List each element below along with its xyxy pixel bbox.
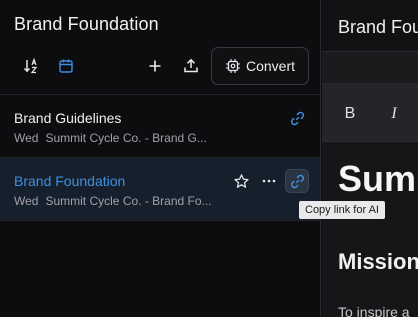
list-item[interactable]: Brand Foundation Wed Summit Cycle Co. - B… bbox=[0, 158, 320, 220]
italic-button[interactable]: I bbox=[383, 103, 405, 125]
link-icon bbox=[290, 174, 304, 188]
document-title: Brand Guidelines bbox=[14, 110, 122, 126]
copy-link-button[interactable] bbox=[285, 169, 309, 193]
convert-button[interactable]: Convert bbox=[211, 47, 309, 85]
document-heading[interactable]: Sumr bbox=[338, 158, 418, 200]
document-paragraph[interactable]: To inspire a bbox=[338, 304, 410, 317]
document-list-panel: Brand Foundation Convert Brand Guideline… bbox=[0, 0, 321, 317]
document-day: Wed bbox=[14, 131, 39, 145]
document-source: Summit Cycle Co. - Brand G... bbox=[45, 131, 207, 145]
panel-title: Brand Foundation bbox=[14, 14, 159, 34]
copy-link-button[interactable] bbox=[285, 106, 309, 130]
star-icon bbox=[233, 173, 249, 188]
editor-title: Brand Fou bbox=[338, 17, 418, 37]
document-meta: Wed Summit Cycle Co. - Brand Fo... bbox=[14, 194, 224, 208]
add-document-button[interactable] bbox=[141, 46, 169, 86]
bold-button[interactable]: B bbox=[339, 103, 361, 125]
convert-label: Convert bbox=[245, 58, 296, 74]
upload-button[interactable] bbox=[177, 46, 205, 86]
document-meta: Wed Summit Cycle Co. - Brand G... bbox=[14, 131, 224, 145]
document-subheading[interactable]: Mission bbox=[338, 249, 418, 275]
chip-icon bbox=[225, 59, 240, 73]
sort-alpha-button[interactable] bbox=[17, 46, 45, 86]
list-toolbar: Convert bbox=[0, 46, 321, 86]
document-source: Summit Cycle Co. - Brand Fo... bbox=[45, 194, 212, 208]
divider bbox=[0, 220, 320, 221]
document-day: Wed bbox=[14, 194, 39, 208]
document-title: Brand Foundation bbox=[14, 173, 126, 189]
calendar-sort-button[interactable] bbox=[52, 46, 80, 86]
list-item[interactable]: Brand Guidelines Wed Summit Cycle Co. - B… bbox=[0, 95, 320, 157]
editor-header: Brand Fou bbox=[322, 0, 418, 52]
more-options-button[interactable] bbox=[257, 169, 281, 193]
sort-alpha-icon bbox=[23, 57, 38, 74]
plus-icon bbox=[149, 60, 161, 72]
editor-subheader bbox=[322, 52, 418, 84]
editor-panel: Brand Fou B I Sumr Mission To inspire a bbox=[322, 0, 418, 317]
calendar-icon bbox=[59, 59, 73, 73]
more-dots-icon bbox=[262, 179, 276, 183]
format-toolbar: B I bbox=[322, 84, 418, 142]
favorite-button[interactable] bbox=[229, 169, 253, 193]
app-window: Brand Foundation Convert Brand Guideline… bbox=[0, 0, 418, 317]
link-icon bbox=[290, 111, 304, 125]
copy-link-tooltip: Copy link for AI bbox=[299, 201, 385, 219]
upload-icon bbox=[184, 58, 198, 73]
